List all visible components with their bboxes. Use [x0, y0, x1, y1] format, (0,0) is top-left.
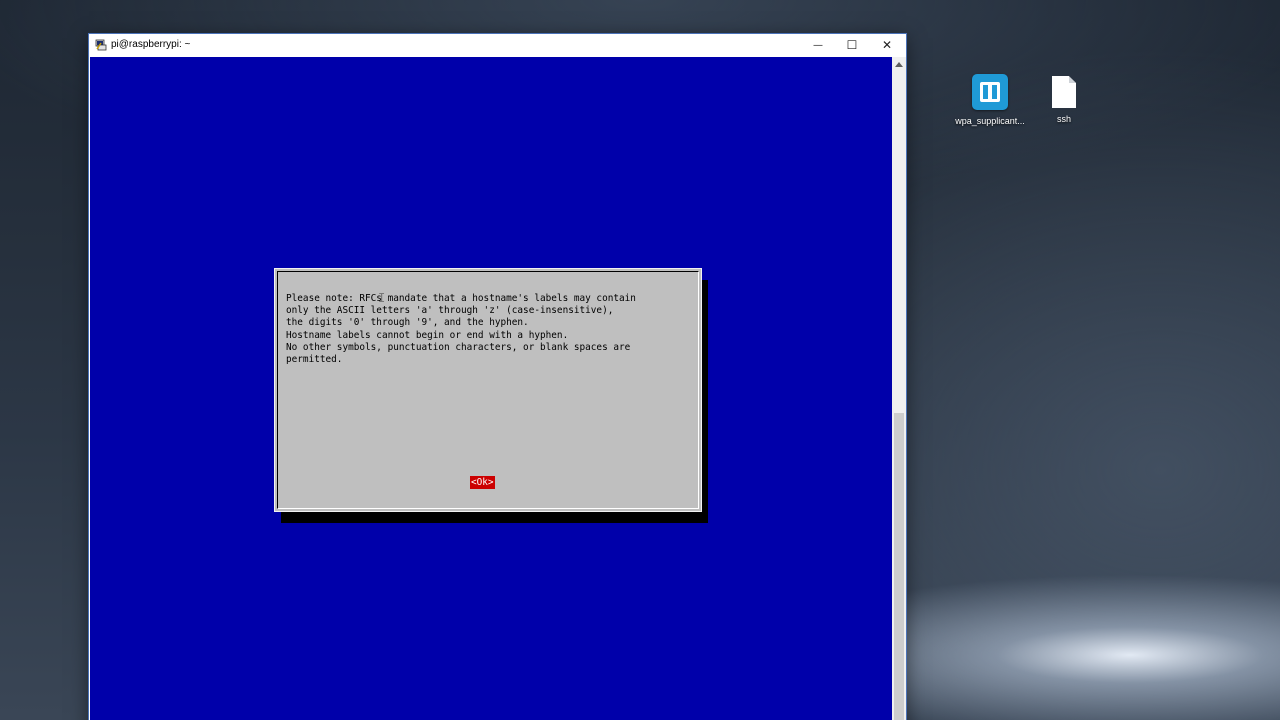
file-icon — [1052, 76, 1076, 108]
desktop-icon-label: ssh — [1056, 114, 1071, 124]
maximize-button[interactable]: ☐ — [835, 34, 869, 57]
window-title: pi@raspberrypi: ~ — [111, 39, 191, 50]
desktop-icon-wpa-supplicant[interactable]: wpa_supplicant... — [950, 74, 1030, 126]
desktop-icon-ssh[interactable]: ssh — [1024, 76, 1104, 124]
dialog-message: Please note: RFCs mandate that a hostnam… — [286, 293, 636, 366]
terminal-area[interactable]: Please note: RFCs mandate that a hostnam… — [90, 57, 892, 720]
vertical-scrollbar[interactable] — [892, 57, 906, 720]
app-icon — [972, 74, 1008, 110]
ok-button[interactable]: <Ok> — [470, 476, 495, 489]
putty-icon — [95, 39, 107, 51]
minimize-button[interactable]: — — [801, 34, 835, 57]
scroll-up-arrow-icon[interactable] — [895, 62, 903, 67]
desktop-icon-label: wpa_supplicant... — [955, 116, 1025, 126]
hostname-note-dialog: Please note: RFCs mandate that a hostnam… — [274, 268, 702, 512]
title-bar[interactable]: pi@raspberrypi: ~ — ☐ ✕ — [89, 34, 906, 57]
close-button[interactable]: ✕ — [870, 34, 904, 57]
scrollbar-thumb[interactable] — [894, 413, 904, 720]
text-cursor-icon: I — [378, 291, 386, 305]
putty-window: pi@raspberrypi: ~ — ☐ ✕ Please note: RFC… — [89, 34, 906, 720]
